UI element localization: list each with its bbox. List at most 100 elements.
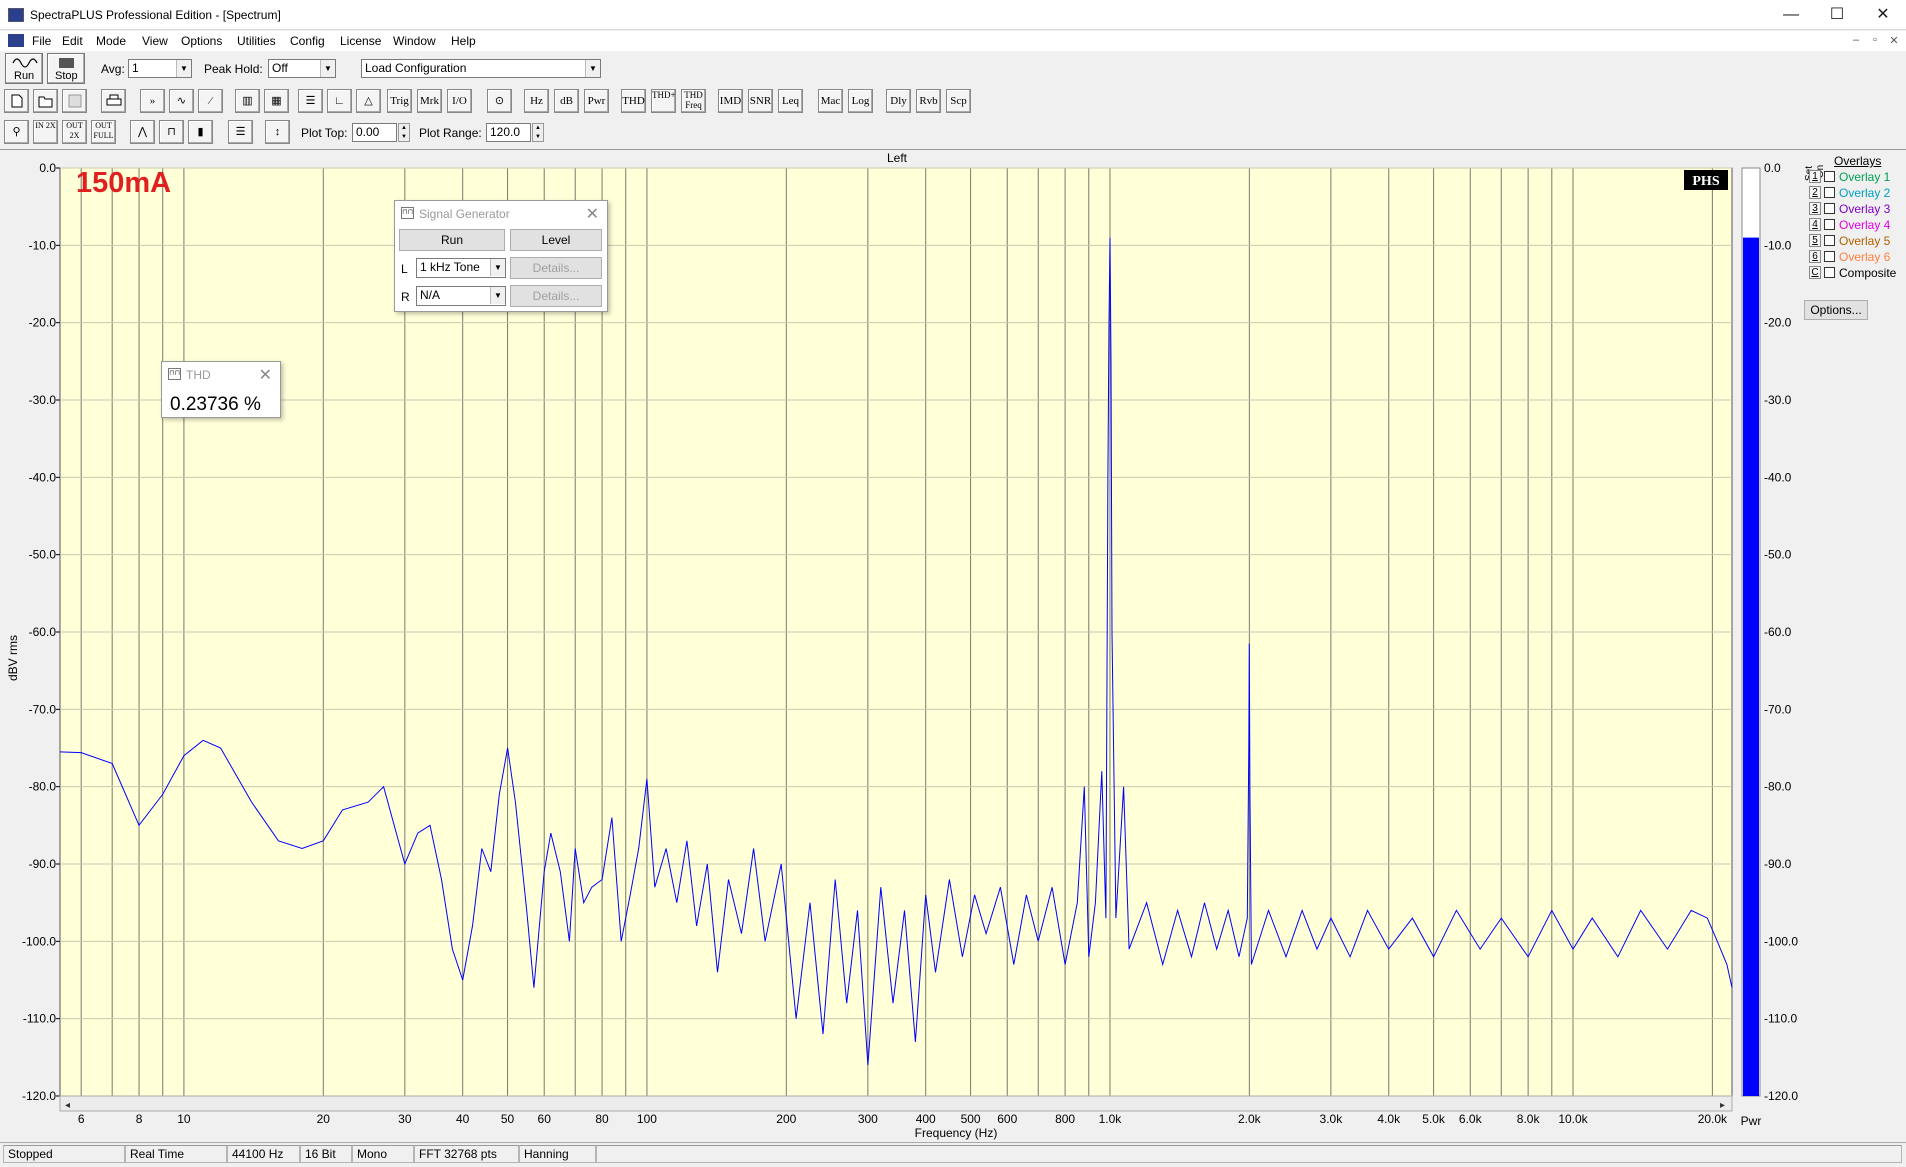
db-button[interactable]: dB [554,89,579,113]
leq-button[interactable]: Leq [778,89,803,113]
mdi-minimize-button[interactable]: – [1847,34,1865,46]
overlay-options-button[interactable]: Options... [1804,300,1868,320]
overlay-set-button[interactable]: 6 [1809,250,1821,263]
status-channels: Mono [352,1145,414,1163]
snr-button[interactable]: SNR [748,89,773,113]
print-button[interactable] [101,89,126,113]
imd-button[interactable]: IMD [718,89,743,113]
menu-view[interactable]: View [142,34,168,48]
run-button[interactable]: Run [5,53,43,84]
overlay-checkbox[interactable] [1824,219,1835,230]
menu-help[interactable]: Help [451,34,476,48]
scp-button[interactable]: Scp [946,89,971,113]
menu-utilities[interactable]: Utilities [237,34,276,48]
plot-range-input[interactable]: 120.0 [486,123,531,142]
thd-n-button[interactable]: THD+N [651,89,676,113]
plot-range-spinner[interactable]: ▲ ▼ [532,123,544,142]
meter-tick-label: -80.0 [1764,780,1792,794]
overlay-set-button[interactable]: 3 [1809,202,1821,215]
overlay-checkbox[interactable] [1824,267,1835,278]
filter-button[interactable]: △ [356,89,381,113]
app-icon[interactable] [8,8,24,22]
axis-button[interactable]: ∟ [327,89,352,113]
y-tick-label: -120.0 [22,1089,56,1103]
menu-options[interactable]: Options [181,34,222,48]
menu-edit[interactable]: Edit [62,34,83,48]
scale-button[interactable]: ↕ [265,120,290,144]
right-signal-select[interactable]: N/A ▼ [416,286,506,306]
generator-button[interactable]: ⊙ [487,89,512,113]
stop-button[interactable]: Stop [47,53,85,84]
right-details-button[interactable]: Details... [510,285,602,307]
overlay-checkbox[interactable] [1824,251,1835,262]
overlay-checkbox[interactable] [1824,235,1835,246]
meter-tick-label: -100.0 [1764,934,1798,948]
spectrogram-button[interactable]: ▥ [235,89,260,113]
close-icon[interactable]: ✕ [259,365,272,385]
zoom-out-full-button[interactable]: OUT FULL [91,120,116,144]
mdi-restore-button[interactable]: ▫ [1866,34,1884,46]
menu-window[interactable]: Window [393,34,436,48]
magnifier-icon: ⚲ [12,126,21,138]
menu-license[interactable]: License [340,34,381,48]
step-plot-button[interactable]: ⊓ [159,120,184,144]
document-icon[interactable] [8,34,24,47]
plot-top-spinner[interactable]: ▲ ▼ [398,123,410,142]
bar-plot-button[interactable]: ▮ [188,120,213,144]
overlay-label: Overlay 1 [1839,170,1891,184]
dly-button[interactable]: Dly [886,89,911,113]
left-signal-select[interactable]: 1 kHz Tone ▼ [416,258,506,278]
marker-button[interactable]: Mrk [417,89,442,113]
overlay-checkbox[interactable] [1824,171,1835,182]
zoom-out-2x-button[interactable]: OUT 2X [62,120,87,144]
log-button[interactable]: Log [848,89,873,113]
line-plot-button[interactable]: ⋀ [130,120,155,144]
3d-surface-button[interactable]: ▦ [264,89,289,113]
overlay-set-button[interactable]: 5 [1809,234,1821,247]
zoom-in-2x-button[interactable]: IN 2X [33,120,58,144]
mdi-close-button[interactable]: ✕ [1885,34,1903,47]
menu-mode[interactable]: Mode [96,34,126,48]
zoom-button[interactable]: ⚲ [4,120,29,144]
peak-hold-select[interactable]: Off ▼ [268,59,336,78]
overlay-checkbox[interactable] [1824,203,1835,214]
generator-run-button[interactable]: Run [399,229,505,251]
avg-select[interactable]: 1 ▼ [128,59,192,78]
close-icon[interactable]: ✕ [586,204,599,224]
phase-button[interactable]: ⁄ [198,89,223,113]
io-button[interactable]: I/O [447,89,472,113]
minimize-button[interactable]: — [1768,0,1814,30]
overlay-checkbox[interactable] [1824,187,1835,198]
spectrum-button[interactable]: ∿ [169,89,194,113]
thd-freq-button[interactable]: THD Freq [681,89,706,113]
plot-list-button[interactable]: ☰ [228,120,253,144]
overlay-set-button[interactable]: C [1809,266,1821,279]
plot-top-input[interactable]: 0.00 [352,123,397,142]
pwr-button[interactable]: Pwr [584,89,609,113]
close-button[interactable]: ✕ [1860,0,1906,30]
x-tick-label: 30 [398,1112,412,1126]
overlay-set-button[interactable]: 1 [1809,170,1821,183]
rvb-button[interactable]: Rvb [916,89,941,113]
left-details-button[interactable]: Details... [510,257,602,279]
open-button[interactable] [33,89,58,113]
overlay-set-button[interactable]: 2 [1809,186,1821,199]
list-button[interactable]: ☰ [298,89,323,113]
time-series-button[interactable]: » [140,89,165,113]
trig-button[interactable]: Trig [387,89,412,113]
menu-config[interactable]: Config [290,34,325,48]
mac-button[interactable]: Mac [818,89,843,113]
thd-button[interactable]: THD [621,89,646,113]
spectrum-chart[interactable]: 0.0 -10.0 -20.0 -30.0 -40.0 -50.0 -60.0 -70.0 -8… [0,150,1906,1140]
horizontal-scrollbar[interactable] [59,1095,1733,1112]
save-button[interactable] [62,89,87,113]
meter-tick-label: -120.0 [1764,1089,1798,1103]
peak-hold-label: Peak Hold: [204,62,263,76]
overlay-set-button[interactable]: 4 [1809,218,1821,231]
generator-level-button[interactable]: Level [510,229,602,251]
hz-button[interactable]: Hz [524,89,549,113]
menu-file[interactable]: File [32,34,51,48]
maximize-button[interactable]: ☐ [1814,0,1860,30]
new-button[interactable] [4,89,29,113]
configuration-select[interactable]: Load Configuration ▼ [361,59,601,78]
